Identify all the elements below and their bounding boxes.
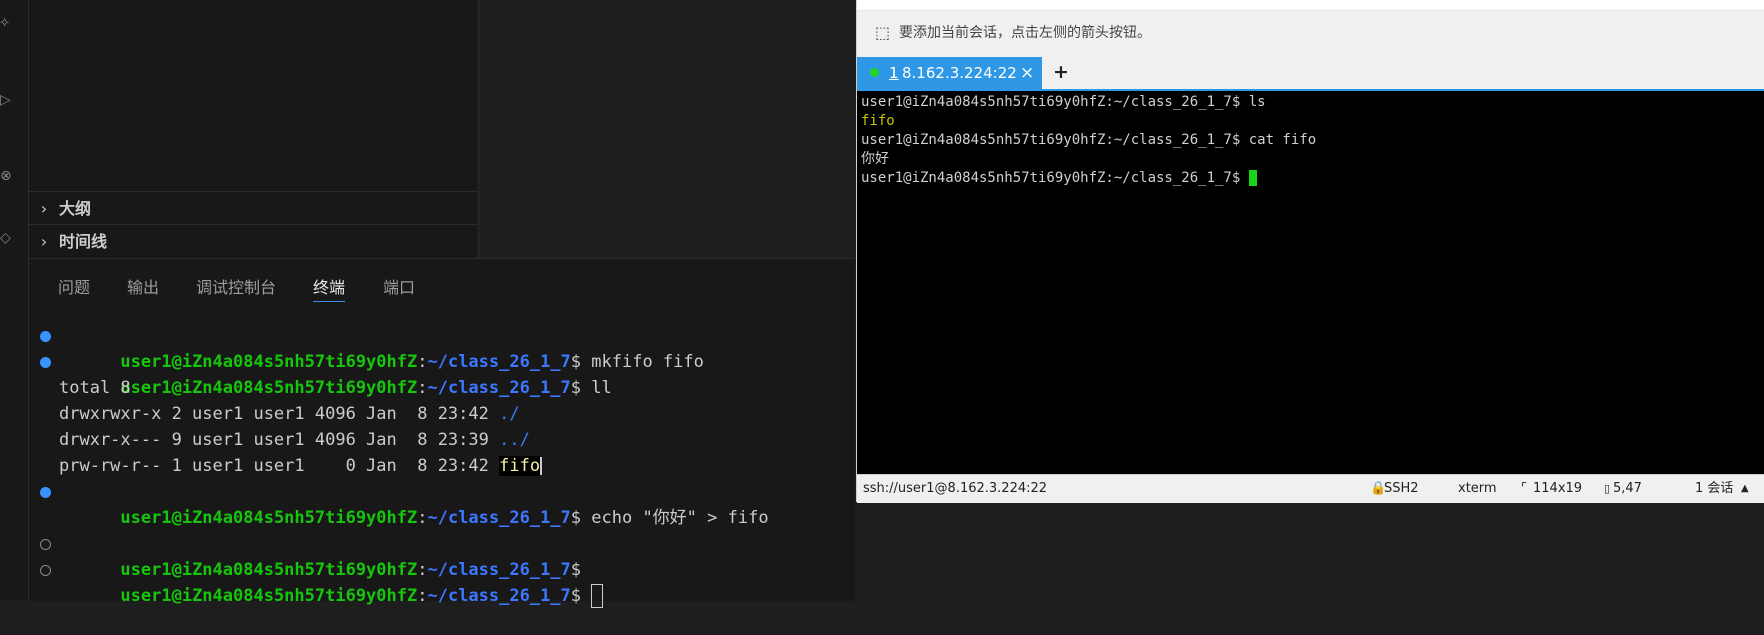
chevron-right-icon: › (40, 199, 48, 218)
ssh-tab-bar: 1 8.162.3.224:22 × + (857, 55, 1764, 91)
new-tab-button[interactable]: + (1053, 57, 1069, 87)
command-success-icon[interactable] (40, 331, 51, 342)
terminal-line: drwxr-x--- 9 user1 user1 4096 Jan 8 23:3… (59, 430, 530, 450)
status-sessions[interactable]: 1 会话 (1695, 475, 1733, 503)
session-hint-text: 要添加当前会话，点击左侧的箭头按钮。 (899, 25, 1151, 41)
status-term: xterm (1458, 481, 1497, 496)
tab-number: 1 (889, 64, 899, 82)
command-success-icon[interactable] (40, 357, 51, 368)
outline-section[interactable]: › 大纲 (29, 191, 478, 225)
close-tab-icon[interactable]: × (1020, 57, 1034, 89)
ssh-status-bar: ssh://user1@8.162.3.224:22 🔒 SSH2 xterm … (857, 474, 1764, 503)
command-pending-icon[interactable] (40, 565, 51, 576)
ssh-title-bar (857, 0, 1764, 11)
remote-explorer-icon[interactable]: ⊗ (0, 168, 14, 184)
text-cursor (540, 457, 543, 475)
status-url: ssh://user1@8.162.3.224:22 (863, 481, 1048, 496)
run-debug-icon[interactable]: ▷ (0, 92, 14, 108)
ssh-session-tab[interactable]: 1 8.162.3.224:22 × (857, 57, 1042, 89)
terminal-line: user1@iZn4a084s5nh57ti69y0hfZ:~/class_26… (40, 479, 769, 528)
terminal-line: total 8 (59, 378, 131, 398)
ssh-terminal-line: user1@iZn4a084s5nh57ti69y0hfZ:~/class_26… (861, 132, 1317, 148)
tab-label: 8.162.3.224:22 (902, 64, 1017, 82)
activity-bar: ⟡ ▷ ⊗ ◇ (0, 0, 29, 600)
chevron-up-icon[interactable]: ▲ (1741, 475, 1749, 503)
branch-icon[interactable]: ⟡ (0, 14, 14, 30)
editor-area (479, 0, 855, 258)
session-hint-bar: ⬚ 要添加当前会话，点击左侧的箭头按钮。 (857, 11, 1764, 55)
add-session-icon[interactable]: ⬚ (875, 11, 890, 55)
status-protocol: SSH2 (1384, 481, 1419, 496)
panel: 问题 输出 调试控制台 终端 端口 user1@iZn4a084s5nh57ti… (29, 258, 855, 608)
cursor-position-icon: ▯ (1604, 482, 1611, 495)
tab-ports[interactable]: 端口 (383, 275, 415, 301)
status-cursor-pos: 5,47 (1613, 481, 1642, 496)
terminal-line: drwxrwxr-x 2 user1 user1 4096 Jan 8 23:4… (59, 404, 520, 424)
outline-section-label: 大纲 (59, 199, 92, 218)
timeline-section-label: 时间线 (59, 232, 108, 251)
resize-icon: ⌜ (1521, 481, 1528, 496)
tab-output[interactable]: 输出 (127, 275, 159, 301)
ssh-terminal-line: user1@iZn4a084s5nh57ti69y0hfZ:~/class_26… (861, 94, 1266, 110)
extensions-icon[interactable]: ◇ (0, 230, 14, 246)
terminal-line: prw-rw-r-- 1 user1 user1 0 Jan 8 23:42 f… (59, 456, 543, 476)
terminal-line: user1@iZn4a084s5nh57ti69y0hfZ:~/class_26… (40, 349, 612, 398)
tab-terminal[interactable]: 终端 (313, 275, 346, 302)
status-size: 114x19 (1533, 481, 1583, 496)
sidebar: › 大纲 › 时间线 (29, 0, 479, 258)
ssh-terminal[interactable]: user1@iZn4a084s5nh57ti69y0hfZ:~/class_26… (857, 91, 1764, 474)
ssh-terminal-line: 你好 (861, 151, 889, 167)
ssh-terminal-line: user1@iZn4a084s5nh57ti69y0hfZ:~/class_26… (861, 169, 1257, 188)
terminal-cursor (1248, 170, 1257, 186)
terminal-line: user1@iZn4a084s5nh57ti69y0hfZ:~/class_26… (40, 323, 704, 372)
tab-problems[interactable]: 问题 (58, 275, 90, 301)
timeline-section[interactable]: › 时间线 (29, 224, 478, 258)
terminal-cursor (591, 584, 604, 608)
tab-debug-console[interactable]: 调试控制台 (196, 275, 276, 301)
ssh-terminal-line: fifo (861, 113, 895, 129)
chevron-right-icon: › (40, 232, 48, 251)
connected-status-icon (870, 68, 879, 77)
terminal-line: user1@iZn4a084s5nh57ti69y0hfZ:~/class_26… (40, 557, 604, 608)
terminal-line: user1@iZn4a084s5nh57ti69y0hfZ:~/class_26… (40, 531, 581, 580)
command-pending-icon[interactable] (40, 539, 51, 550)
ssh-client-window: ⬚ 要添加当前会话，点击左侧的箭头按钮。 1 8.162.3.224:22 × … (856, 0, 1764, 503)
command-success-icon[interactable] (40, 487, 51, 498)
